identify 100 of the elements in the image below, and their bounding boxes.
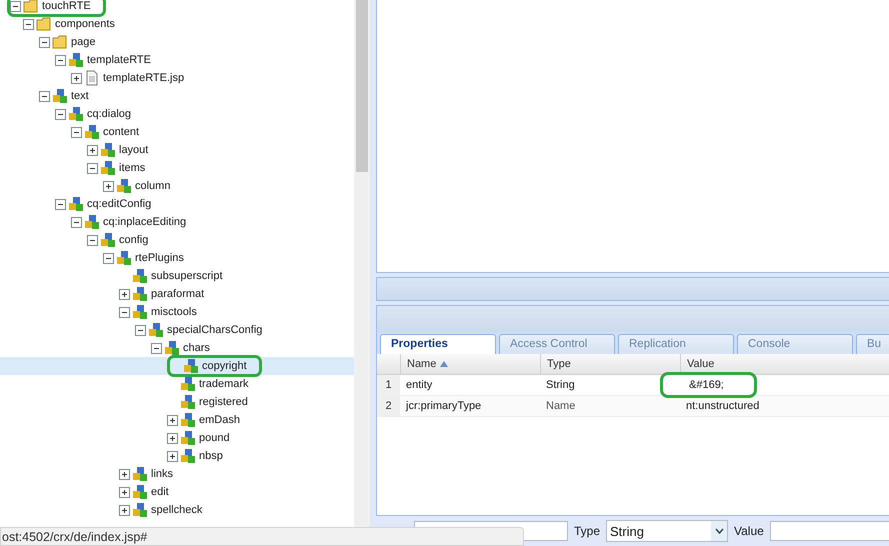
column-header[interactable]: Name (400, 354, 540, 374)
cubes-icon (100, 142, 116, 158)
collapse-icon[interactable] (87, 234, 98, 246)
collapse-icon[interactable] (135, 324, 146, 336)
cubes-icon (84, 124, 100, 140)
collapse-icon[interactable] (10, 0, 21, 12)
tree-label: touchRTE (42, 0, 91, 12)
tree-label: edit (151, 486, 169, 498)
collapse-icon[interactable] (119, 306, 130, 318)
tree-label: nbsp (199, 450, 223, 462)
expand-icon[interactable] (167, 414, 178, 426)
tree-item[interactable]: spellcheck (0, 501, 354, 519)
tree-item[interactable]: edit (0, 483, 354, 501)
table-row[interactable]: 2 jcr:primaryType Name nt:unstructured (377, 396, 889, 417)
tree-label: column (135, 180, 170, 192)
tree-label: cq:inplaceEditing (103, 216, 186, 228)
collapse-icon[interactable] (151, 342, 162, 354)
tree-item[interactable]: subsuperscript (0, 267, 354, 285)
tree-item[interactable]: page (0, 33, 354, 51)
url-tooltip: ost:4502/crx/de/index.jsp# (0, 527, 524, 546)
collapse-icon[interactable] (55, 198, 66, 210)
collapse-icon[interactable] (23, 18, 34, 30)
tree-item[interactable]: cq:editConfig (0, 195, 354, 213)
cubes-icon (116, 178, 132, 194)
cubes-icon (148, 322, 164, 338)
tree-label: copyright (202, 360, 247, 372)
cubes-icon (100, 232, 116, 248)
tree-item[interactable]: emDash (0, 411, 354, 429)
expand-icon[interactable] (119, 486, 130, 498)
folder-icon (36, 16, 52, 32)
tree-label: rtePlugins (135, 252, 184, 264)
cubes-icon (100, 160, 116, 176)
collapse-icon[interactable] (103, 252, 114, 264)
tree-item[interactable]: templateRTE.jsp (0, 69, 354, 87)
collapse-icon[interactable] (39, 90, 50, 102)
tree-label: text (71, 90, 89, 102)
tree-item[interactable]: templateRTE (0, 51, 354, 69)
tree-item[interactable]: nbsp (0, 447, 354, 465)
tree-item[interactable]: paraformat (0, 285, 354, 303)
expand-icon[interactable] (87, 144, 98, 156)
cubes-icon (180, 430, 196, 446)
tab[interactable]: Properties (380, 334, 496, 354)
tree-item[interactable]: items (0, 159, 354, 177)
cubes-icon (132, 502, 148, 518)
expand-icon[interactable] (119, 288, 130, 300)
type-dropdown[interactable]: String (606, 520, 728, 542)
collapse-icon[interactable] (71, 216, 82, 228)
collapse-icon[interactable] (55, 108, 66, 120)
tree-item[interactable]: misctools (0, 303, 354, 321)
table-cell-text: Name (545, 400, 576, 412)
tree-item[interactable]: touchRTE (0, 0, 354, 15)
tree-item[interactable]: cq:inplaceEditing (0, 213, 354, 231)
tree-item[interactable]: trademark (0, 375, 354, 393)
cubes-icon (132, 268, 148, 284)
expand-icon[interactable] (167, 450, 178, 462)
tree-item[interactable]: specialCharsConfig (0, 321, 354, 339)
tree-item[interactable]: layout (0, 141, 354, 159)
expand-icon[interactable] (167, 432, 178, 444)
tree-label: components (55, 18, 115, 30)
tree-label: misctools (151, 306, 197, 318)
tree-item[interactable]: content (0, 123, 354, 141)
collapse-icon[interactable] (39, 36, 50, 48)
cubes-icon (52, 88, 68, 104)
expand-icon[interactable] (119, 468, 130, 480)
tree-label: subsuperscript (151, 270, 223, 282)
cubes-icon (180, 448, 196, 464)
cubes-icon (183, 358, 199, 374)
collapse-icon[interactable] (55, 54, 66, 66)
tree-item[interactable]: column (0, 177, 354, 195)
tree-item[interactable]: links (0, 465, 354, 483)
expand-icon[interactable] (71, 72, 82, 84)
tree-label: specialCharsConfig (167, 324, 262, 336)
cubes-icon (68, 196, 84, 212)
tree-item[interactable]: text (0, 87, 354, 105)
table-cell: &#169; (660, 372, 757, 398)
tree-item[interactable]: copyright (0, 357, 354, 375)
cubes-icon (132, 286, 148, 302)
cubes-icon (132, 304, 148, 320)
table-cell: nt:unstructured (686, 400, 760, 412)
tree-item[interactable]: rtePlugins (0, 249, 354, 267)
collapse-icon[interactable] (87, 162, 98, 174)
table-cell-text: jcr:primaryType (404, 400, 482, 412)
type-label: Type (574, 524, 600, 538)
expand-icon[interactable] (119, 504, 130, 516)
tree-label: templateRTE.jsp (103, 72, 184, 84)
tree-item[interactable]: config (0, 231, 354, 249)
tree-label: chars (183, 342, 210, 354)
tree-item[interactable]: pound (0, 429, 354, 447)
cubes-icon (84, 214, 100, 230)
tree-item[interactable]: registered (0, 393, 354, 411)
tree-item[interactable]: cq:dialog (0, 105, 354, 123)
cubes-icon (68, 52, 84, 68)
tree-label: links (151, 468, 174, 480)
value-label: Value (734, 524, 764, 538)
tree-label: trademark (199, 378, 249, 390)
cubes-icon (68, 106, 84, 122)
expand-icon[interactable] (103, 180, 114, 192)
collapse-icon[interactable] (71, 126, 82, 138)
tree-item[interactable]: chars (0, 339, 354, 357)
tree-item[interactable]: components (0, 15, 354, 33)
